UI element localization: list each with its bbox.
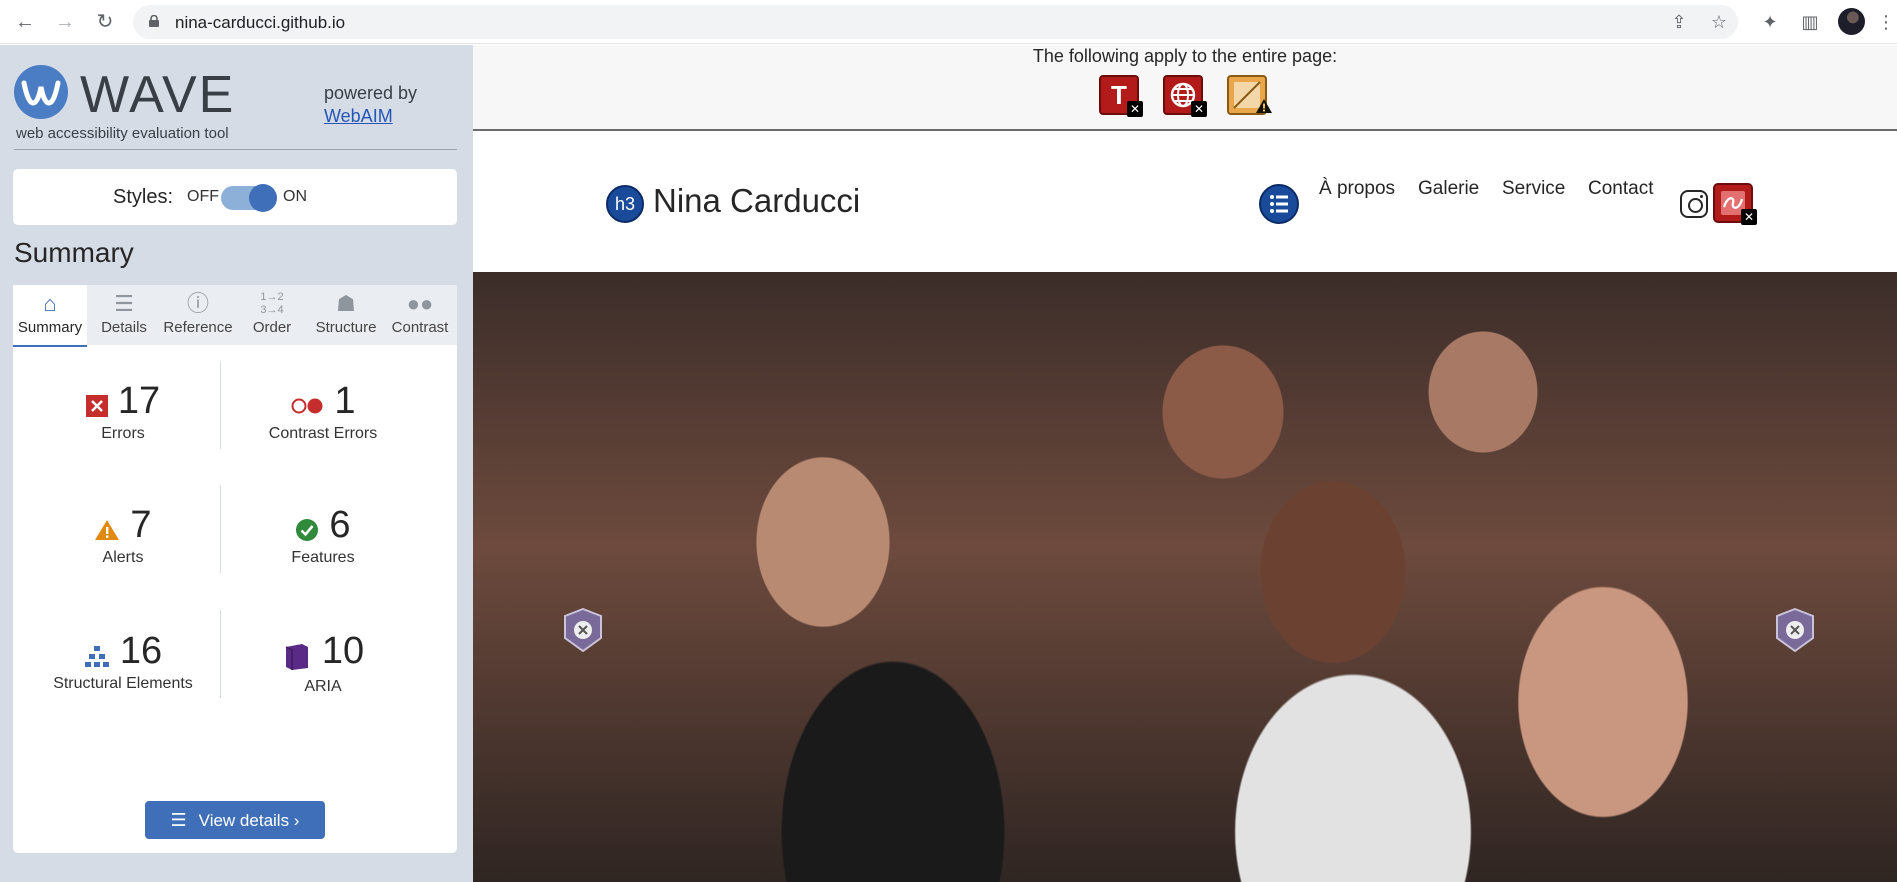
instagram-icon[interactable] xyxy=(1680,190,1708,218)
banner-text: The following apply to the entire page: xyxy=(1032,46,1338,66)
more-vert-icon[interactable]: ⋮ xyxy=(1876,12,1896,32)
active-tab-indicator xyxy=(13,345,87,347)
aria-hidden-shield-icon[interactable] xyxy=(1775,607,1815,653)
styles-toggle-switch[interactable] xyxy=(221,184,277,212)
nav-link-contact[interactable]: Contact xyxy=(1588,178,1653,200)
language-missing-error-icon[interactable]: ✕ xyxy=(1163,75,1207,117)
metric-contrast-errors[interactable]: 1 Contrast Errors xyxy=(223,380,423,443)
contrast-errors-count: 1 xyxy=(334,380,356,422)
alerts-count: 7 xyxy=(130,504,152,546)
structure-icon: ☗ xyxy=(336,291,356,316)
errors-count: 17 xyxy=(117,380,161,422)
page-level-banner: The following apply to the entire page: … xyxy=(473,45,1897,131)
nav-link-service[interactable]: Service xyxy=(1502,178,1565,200)
tab-details[interactable]: ☰ Details xyxy=(87,285,161,345)
h3-heading-icon[interactable]: h3 xyxy=(606,185,644,223)
structure-icon xyxy=(84,645,110,672)
tab-summary[interactable]: ⌂ Summary xyxy=(13,285,87,345)
aria-icon xyxy=(282,641,312,676)
webaim-link[interactable]: WebAIM xyxy=(324,106,393,127)
home-icon: ⌂ xyxy=(43,291,57,316)
list-icon: ☰ xyxy=(114,291,134,316)
wave-subtitle: web accessibility evaluation tool xyxy=(16,125,229,142)
tab-label: Reference xyxy=(163,319,233,336)
reload-icon[interactable]: ↻ xyxy=(93,10,117,34)
lock-icon xyxy=(149,15,159,27)
alert-icon xyxy=(1255,98,1273,119)
address-bar[interactable]: nina-carducci.github.io ⇪ ☆ xyxy=(133,5,1738,39)
url-text: nina-carducci.github.io xyxy=(175,13,346,32)
view-details-button[interactable]: ☰ View details › xyxy=(145,801,325,839)
nav-link-a-propos[interactable]: À propos xyxy=(1319,178,1395,200)
styles-off-label: OFF xyxy=(187,188,219,205)
linked-image-missing-alt-error-icon[interactable]: ✕ xyxy=(1713,183,1757,225)
hero-image xyxy=(473,272,1897,882)
tab-label: Details xyxy=(101,319,147,336)
close-icon: ✕ xyxy=(1191,101,1207,117)
contrast-error-icon xyxy=(290,397,324,420)
contrast-errors-label: Contrast Errors xyxy=(268,425,378,442)
metric-features[interactable]: 6 Features xyxy=(223,504,423,567)
error-icon xyxy=(85,395,108,422)
errors-label: Errors xyxy=(101,425,145,442)
page-alert-icon[interactable] xyxy=(1227,75,1272,115)
styles-toggle-box: Styles: OFF ON xyxy=(13,169,457,225)
metric-alerts[interactable]: 7 Alerts xyxy=(23,504,223,567)
missing-title-error-icon[interactable]: T ✕ xyxy=(1099,75,1143,117)
alerts-label: Alerts xyxy=(102,549,144,566)
features-count: 6 xyxy=(329,504,351,546)
site-header: h3 Nina Carducci À propos Galerie Servic… xyxy=(473,133,1897,272)
list-icon: ☰ xyxy=(170,810,187,830)
metric-errors[interactable]: 17 Errors xyxy=(23,380,223,443)
contrast-icon: ●● xyxy=(406,291,434,316)
view-details-label: View details › xyxy=(198,811,300,830)
toggle-knob xyxy=(249,184,277,212)
profile-avatar[interactable] xyxy=(1838,8,1865,35)
back-arrow-icon[interactable]: ← xyxy=(13,10,37,34)
share-icon[interactable]: ⇪ xyxy=(1669,12,1689,32)
tab-label: Summary xyxy=(17,319,83,336)
wave-sidebar: WAVE web accessibility evaluation tool p… xyxy=(0,45,473,882)
summary-heading: Summary xyxy=(14,237,134,268)
aria-count: 10 xyxy=(321,630,365,672)
structural-count: 16 xyxy=(119,630,163,672)
wave-title: WAVE xyxy=(80,66,236,124)
tab-reference[interactable]: ⓘ Reference xyxy=(161,285,235,345)
close-icon: ✕ xyxy=(1127,101,1143,117)
feature-check-icon xyxy=(295,518,319,547)
tab-label: Structure xyxy=(315,319,377,336)
order-icon: 1→2 3→4 xyxy=(260,291,284,316)
styles-on-label: ON xyxy=(283,188,307,205)
info-icon: ⓘ xyxy=(186,291,209,316)
browser-toolbar: ← → ↻ nina-carducci.github.io ⇪ ☆ ✦ ▥ ⋮ xyxy=(0,0,1897,44)
close-icon: ✕ xyxy=(1741,209,1757,225)
puzzle-icon[interactable]: ✦ xyxy=(1760,12,1780,32)
aria-label: ARIA xyxy=(304,678,342,696)
nav-link-galerie[interactable]: Galerie xyxy=(1418,178,1479,200)
evaluated-page: The following apply to the entire page: … xyxy=(473,45,1897,882)
site-title: Nina Carducci xyxy=(653,182,861,219)
tab-label: Contrast xyxy=(391,319,449,336)
metric-structural-elements[interactable]: 16 Structural Elements xyxy=(23,630,223,693)
forward-arrow-icon[interactable]: → xyxy=(53,10,77,34)
structural-label: Structural Elements xyxy=(53,675,193,692)
summary-panel: ⌂ Summary ☰ Details ⓘ Reference 1→2 3→4 O… xyxy=(13,285,457,853)
tab-structure[interactable]: ☗ Structure xyxy=(309,285,383,345)
tab-label: Order xyxy=(252,319,292,336)
star-icon[interactable]: ☆ xyxy=(1709,12,1729,32)
styles-label: Styles: xyxy=(113,186,174,208)
side-panel-icon[interactable]: ▥ xyxy=(1800,12,1820,32)
powered-by: powered by xyxy=(324,83,418,103)
alert-icon xyxy=(94,519,120,546)
tab-order[interactable]: 1→2 3→4 Order xyxy=(235,285,309,345)
divider xyxy=(14,149,457,150)
list-structure-icon[interactable] xyxy=(1259,184,1299,224)
tab-contrast[interactable]: ●● Contrast xyxy=(383,285,457,345)
metric-aria[interactable]: 10 ARIA xyxy=(223,630,423,696)
wave-logo-icon xyxy=(14,65,68,119)
features-label: Features xyxy=(291,549,355,567)
aria-hidden-shield-icon[interactable] xyxy=(563,607,603,653)
